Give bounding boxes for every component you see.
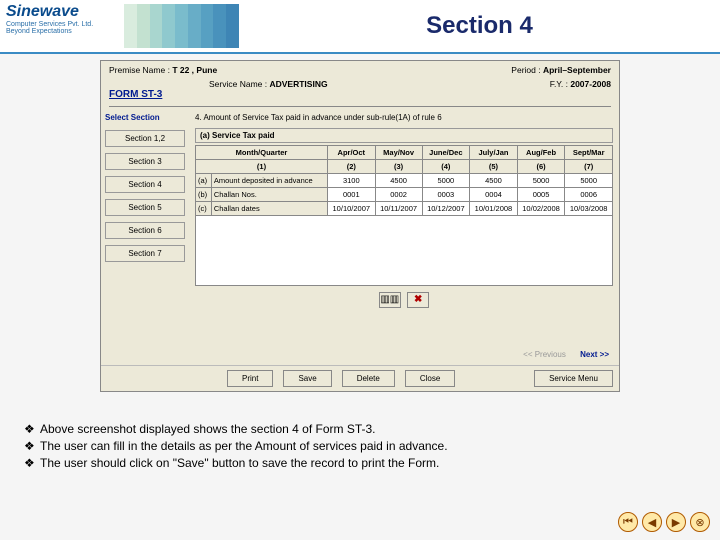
fy-label: F.Y. : [550,79,568,89]
grid-header-months: Month/Quarter Apr/Oct May/Nov June/Dec J… [196,146,613,160]
select-section-label: Select Section [105,113,185,122]
tax-grid: Month/Quarter Apr/Oct May/Nov June/Dec J… [195,145,613,216]
slide-header: Sinewave Computer Services Pvt. Ltd. Bey… [0,0,720,54]
section-4-button[interactable]: Section 4 [105,176,185,193]
col-aug: Aug/Feb [517,146,565,160]
grid-header-nums: (1) (2) (3) (4) (5) (6) (7) [196,160,613,174]
content-area: 4. Amount of Service Tax paid in advance… [189,109,619,344]
form-title: FORM ST-3 [101,89,170,104]
nav-first-icon[interactable]: ⏮ [618,512,638,532]
section-5-button[interactable]: Section 5 [105,199,185,216]
row-challan-dates: (c) Challan dates 10/10/2007 10/11/2007 … [196,202,613,216]
stripe-decor [124,4,239,48]
next-link[interactable]: Next >> [580,350,609,359]
note-2: The user can fill in the details as per … [40,439,448,453]
grid-empty-area [195,216,613,286]
pager: << Previous Next >> [101,344,619,365]
col-month: Month/Quarter [196,146,328,160]
col-jun: June/Dec [422,146,470,160]
print-button[interactable]: Print [227,370,273,387]
save-button[interactable]: Save [283,370,331,387]
section-1-2-button[interactable]: Section 1,2 [105,130,185,147]
fy-value: 2007-2008 [570,79,611,89]
mini-toolbar: ▥▥ ✖ [195,286,613,314]
section-3-button[interactable]: Section 3 [105,153,185,170]
service-value: ADVERTISING [269,79,327,89]
subsection-a: (a) Service Tax paid [195,128,613,143]
prev-link: << Previous [523,350,566,359]
section-heading: 4. Amount of Service Tax paid in advance… [195,113,613,122]
premise-label: Premise Name : [109,65,170,75]
service-menu-button[interactable]: Service Menu [534,370,613,387]
row-amount: (a) Amount deposited in advance 3100 450… [196,174,613,188]
premise-value: T 22 , Pune [172,65,217,75]
bottom-toolbar: Print Save Delete Close Service Menu [101,365,619,391]
logo-sub1: Computer Services Pvt. Ltd. [6,21,114,28]
col-sep: Sept/Mar [565,146,613,160]
section-6-button[interactable]: Section 6 [105,222,185,239]
section-sidebar: Select Section Section 1,2 Section 3 Sec… [101,109,189,344]
delete-button[interactable]: Delete [342,370,395,387]
col-apr: Apr/Oct [328,146,376,160]
nav-prev-icon[interactable]: ◀ [642,512,662,532]
logo-title: Sinewave [6,3,114,21]
nav-next-icon[interactable]: ▶ [666,512,686,532]
service-label: Service Name : [209,79,267,89]
col-may: May/Nov [375,146,422,160]
close-button[interactable]: Close [405,370,455,387]
logo: Sinewave Computer Services Pvt. Ltd. Bey… [0,0,120,53]
note-1: Above screenshot displayed shows the sec… [40,422,376,436]
note-3: The user should click on "Save" button t… [40,456,439,470]
toolbar-delete-icon[interactable]: ✖ [407,292,429,308]
nav-close-icon[interactable]: ⊗ [690,512,710,532]
toolbar-icon-1[interactable]: ▥▥ [379,292,401,308]
slide-notes: ❖Above screenshot displayed shows the se… [24,422,696,470]
section-7-button[interactable]: Section 7 [105,245,185,262]
slide-nav: ⏮ ◀ ▶ ⊗ [618,512,710,532]
row-challan-nos: (b) Challan Nos. 0001 0002 0003 0004 000… [196,188,613,202]
period-label: Period : [511,65,540,75]
slide-title: Section 4 [239,12,720,40]
logo-sub2: Beyond Expectations [6,28,114,35]
period-value: April–September [543,65,611,75]
col-jul: July/Jan [470,146,518,160]
app-window: Premise Name : T 22 , Pune Period : Apri… [100,60,620,392]
